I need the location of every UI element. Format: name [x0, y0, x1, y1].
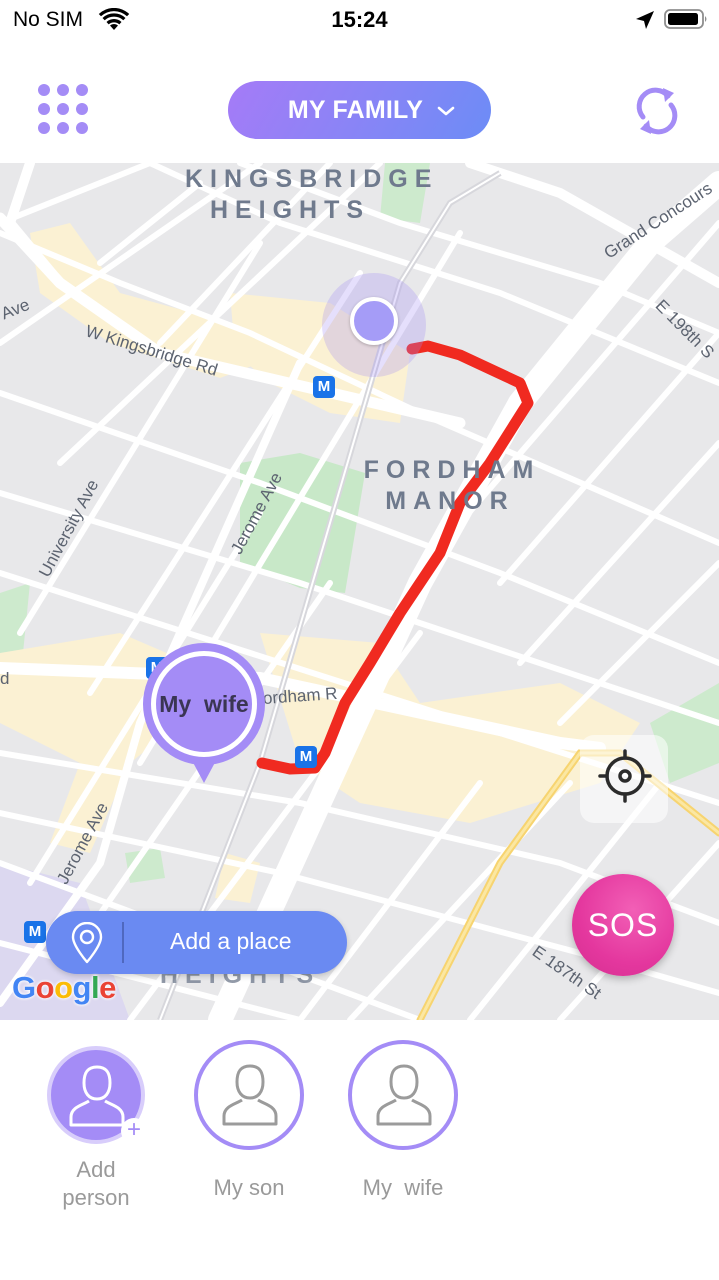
current-location-dot[interactable]	[350, 297, 398, 345]
group-selector-label: MY FAMILY	[287, 95, 424, 124]
chevron-down-icon	[437, 106, 455, 116]
avatar: +	[47, 1046, 147, 1144]
grid-menu-icon[interactable]	[38, 84, 88, 134]
carrier-label: No SIM	[13, 8, 84, 31]
locate-me-button[interactable]	[580, 735, 668, 823]
person-name: Add person	[62, 1157, 130, 1210]
avatar	[194, 1040, 304, 1150]
area-label-manor: MANOR	[385, 487, 515, 515]
member-pin-my-wife[interactable]: My wife	[143, 643, 265, 783]
map-view[interactable]: KINGSBRIDGE HEIGHTS FORDHAM MANOR HEIGHT…	[0, 163, 719, 1020]
street-label: d	[0, 669, 10, 688]
add-place-label: Add a place	[170, 928, 292, 954]
status-bar: No SIM 15:24	[0, 0, 719, 40]
clock: 15:24	[331, 7, 388, 32]
sos-button[interactable]: SOS	[572, 874, 674, 976]
person-name: My son	[213, 1175, 285, 1200]
plus-icon: +	[121, 1118, 147, 1144]
person-name: My wife	[362, 1175, 444, 1200]
person-icon	[222, 1064, 278, 1126]
member-my-wife[interactable]: My wife	[328, 1040, 478, 1202]
pin-pointer	[189, 755, 219, 783]
battery-icon	[664, 9, 707, 29]
area-label-fordham: FORDHAM	[363, 456, 541, 484]
map-pin-icon	[71, 922, 103, 964]
add-person-icon	[69, 1065, 125, 1127]
group-selector-button[interactable]: MY FAMILY	[228, 81, 491, 139]
sos-label: SOS	[587, 906, 659, 943]
google-logo[interactable]: Google	[12, 970, 116, 1006]
divider	[122, 922, 124, 963]
metro-station-icon[interactable]: M	[313, 376, 335, 398]
area-label-heights: HEIGHTS	[209, 196, 371, 224]
location-arrow-icon	[636, 11, 654, 29]
metro-station-icon[interactable]: M	[295, 746, 317, 768]
add-person-button[interactable]: + Add person	[21, 1040, 171, 1212]
member-pin-label: My wife	[159, 690, 249, 717]
metro-station-icon[interactable]: M	[24, 921, 46, 943]
area-label-kingsbridge: KINGSBRIDGE	[185, 165, 439, 193]
member-my-son[interactable]: My son	[174, 1040, 324, 1202]
wifi-icon	[98, 8, 130, 30]
person-icon	[376, 1064, 432, 1126]
people-strip: + Add person My son My wife	[0, 1020, 719, 1280]
refresh-icon[interactable]	[630, 84, 684, 138]
app-header: MY FAMILY	[0, 40, 719, 163]
crosshair-icon	[598, 749, 652, 803]
add-place-button[interactable]: Add a place	[46, 911, 347, 974]
avatar	[348, 1040, 458, 1150]
